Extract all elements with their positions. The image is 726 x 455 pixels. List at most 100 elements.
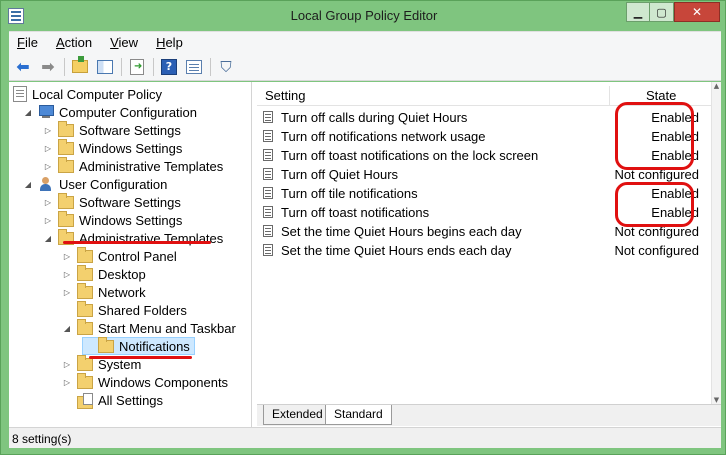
- folder-icon: [77, 246, 93, 263]
- status-bar: 8 setting(s): [9, 427, 721, 448]
- policy-setting-icon: [263, 206, 273, 218]
- properties-icon[interactable]: [183, 56, 205, 78]
- tree-node-label: Windows Components: [98, 374, 229, 390]
- tree-node-label: Administrative Templates: [79, 158, 224, 174]
- tree-node[interactable]: ▷ Windows Components: [62, 372, 229, 391]
- policy-setting-icon: [263, 149, 273, 161]
- expanded-arrow-icon[interactable]: ◢: [23, 179, 33, 189]
- tree-node[interactable]: ▷ Software Settings: [43, 192, 181, 211]
- collapsed-arrow-icon[interactable]: ▷: [43, 125, 53, 135]
- console-tree[interactable]: Local Computer Policy ◢ Computer Configura…: [9, 82, 252, 427]
- tree-node[interactable]: Shared Folders: [62, 300, 187, 319]
- tree-node[interactable]: ▷ Administrative Templates: [43, 156, 224, 175]
- tree-node-label: Software Settings: [79, 122, 181, 138]
- tree-node-label: User Configuration: [59, 176, 168, 192]
- minimize-button[interactable]: ▁: [626, 2, 650, 22]
- menu-view[interactable]: View: [108, 35, 140, 50]
- tree-node[interactable]: ◢ User Configuration: [23, 175, 167, 193]
- folder-icon: [58, 120, 74, 137]
- folder-icon: [58, 210, 74, 227]
- collapsed-arrow-icon[interactable]: ▷: [43, 215, 53, 225]
- tree-node[interactable]: ▷ Control Panel: [62, 246, 177, 265]
- setting-name: Turn off notifications network usage: [281, 129, 486, 144]
- collapsed-arrow-icon[interactable]: ▷: [62, 359, 72, 369]
- show-hide-tree-icon[interactable]: [94, 56, 116, 78]
- menu-action[interactable]: Action: [54, 35, 94, 50]
- tree-node-label: Software Settings: [79, 194, 181, 210]
- column-header-state[interactable]: State: [646, 88, 676, 103]
- filter-icon[interactable]: ⛉: [215, 56, 237, 78]
- tree-node[interactable]: Notifications: [82, 336, 195, 355]
- folder-icon: [58, 156, 74, 173]
- tree-node-label: Shared Folders: [98, 302, 187, 318]
- status-text: 8 setting(s): [12, 432, 72, 446]
- tab-extended[interactable]: Extended: [263, 405, 332, 425]
- collapsed-arrow-icon[interactable]: ▷: [43, 143, 53, 153]
- folder-icon: [77, 300, 93, 317]
- computer-icon: [38, 105, 54, 119]
- setting-name: Turn off toast notifications on the lock…: [281, 148, 539, 163]
- column-header-setting[interactable]: Setting: [265, 88, 305, 103]
- tree-node[interactable]: ◢ Start Menu and Taskbar: [62, 318, 236, 337]
- tab-standard[interactable]: Standard: [325, 405, 392, 425]
- tree-node[interactable]: ◢ Administrative Templates: [43, 228, 223, 247]
- policy-setting-icon: [263, 244, 273, 256]
- table-row[interactable]: Set the time Quiet Hours ends each day No…: [257, 241, 711, 260]
- tree-node-label: Desktop: [98, 266, 146, 282]
- expanded-arrow-icon[interactable]: ◢: [23, 107, 33, 117]
- setting-name: Turn off Quiet Hours: [281, 167, 399, 182]
- forward-arrow-icon[interactable]: ➡: [37, 56, 59, 78]
- menu-bar: File Action View Help: [9, 31, 721, 53]
- export-list-icon[interactable]: [126, 56, 148, 78]
- folder-icon: [58, 192, 74, 209]
- vertical-scrollbar[interactable]: ▲ ▼: [711, 82, 721, 408]
- title-bar[interactable]: Local Group Policy Editor ▁ ▢ ✕: [1, 1, 726, 31]
- all-settings-icon: [77, 392, 93, 409]
- help-icon[interactable]: ?: [158, 56, 180, 78]
- tree-node[interactable]: ▷ Desktop: [62, 264, 146, 283]
- toolbar-separator: [121, 57, 122, 76]
- collapsed-arrow-icon[interactable]: ▷: [43, 161, 53, 171]
- setting-name: Set the time Quiet Hours begins each day: [281, 224, 522, 239]
- tree-node[interactable]: ▷ Windows Settings: [43, 210, 182, 229]
- back-arrow-icon[interactable]: ⬅: [12, 56, 34, 78]
- tree-node[interactable]: ▷ Network: [62, 282, 146, 301]
- folder-icon: [77, 264, 93, 281]
- annotation-oval-enabled-group-2: [615, 182, 694, 227]
- annotation-underline-notifications: [89, 356, 192, 359]
- expanded-arrow-icon[interactable]: ◢: [62, 323, 72, 333]
- window: Local Group Policy Editor ▁ ▢ ✕ File Act…: [0, 0, 726, 455]
- toolbar-separator: [210, 57, 211, 76]
- toolbar-separator: [64, 57, 65, 76]
- tree-node[interactable]: All Settings: [62, 391, 163, 409]
- expanded-arrow-icon[interactable]: ◢: [43, 233, 53, 243]
- collapsed-arrow-icon[interactable]: ▷: [62, 287, 72, 297]
- policy-setting-icon: [263, 225, 273, 237]
- tree-node-label: Computer Configuration: [59, 104, 198, 120]
- tree-node-label: Notifications: [119, 338, 190, 354]
- tree-node-label: Windows Settings: [79, 140, 183, 156]
- menu-file[interactable]: File: [15, 35, 40, 50]
- tree-node[interactable]: ▷ Windows Settings: [43, 138, 183, 157]
- policy-setting-icon: [263, 111, 273, 123]
- policy-setting-icon: [263, 168, 273, 180]
- tree-node-label: Local Computer Policy: [32, 86, 163, 102]
- up-folder-icon[interactable]: [69, 56, 91, 78]
- tree-node[interactable]: ◢ Computer Configuration: [23, 103, 197, 121]
- tree-node-label: Network: [98, 284, 146, 300]
- collapsed-arrow-icon[interactable]: ▷: [62, 251, 72, 261]
- column-divider[interactable]: [609, 86, 610, 106]
- tree-node[interactable]: ▷ Software Settings: [43, 120, 181, 139]
- document-icon: [13, 86, 27, 102]
- window-title: Local Group Policy Editor: [290, 8, 438, 23]
- maximize-button[interactable]: ▢: [650, 2, 674, 22]
- setting-name: Set the time Quiet Hours ends each day: [281, 243, 512, 258]
- toolbar-separator: [153, 57, 154, 76]
- scroll-up-icon[interactable]: ▲: [712, 82, 721, 94]
- collapsed-arrow-icon[interactable]: ▷: [62, 377, 72, 387]
- menu-help[interactable]: Help: [154, 35, 185, 50]
- collapsed-arrow-icon[interactable]: ▷: [62, 269, 72, 279]
- tree-node[interactable]: Local Computer Policy: [13, 85, 162, 103]
- collapsed-arrow-icon[interactable]: ▷: [43, 197, 53, 207]
- close-button[interactable]: ✕: [674, 2, 720, 22]
